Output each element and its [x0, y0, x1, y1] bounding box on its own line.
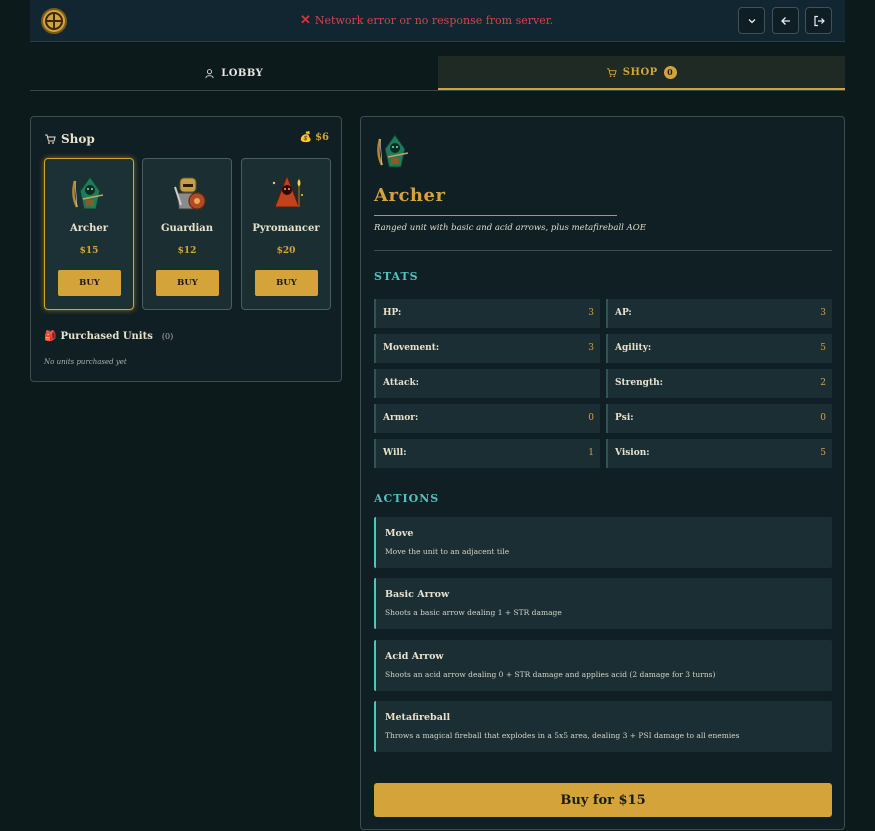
stat-label: Agility:: [615, 343, 652, 353]
stat-armor: Armor: 0: [374, 404, 600, 433]
action-name: Acid Arrow: [385, 651, 444, 662]
stat-agility: Agility: 5: [606, 334, 832, 363]
stat-label: Armor:: [383, 413, 419, 423]
stat-label: AP:: [615, 308, 632, 318]
top-bar: ✕ Network error or no response from serv…: [30, 0, 845, 42]
tab-lobby[interactable]: LOBBY: [30, 56, 438, 90]
unit-detail-name: Archer: [374, 185, 446, 206]
stat-value: 3: [588, 343, 594, 353]
back-button[interactable]: [772, 7, 799, 34]
stat-hp: HP: 3: [374, 299, 600, 328]
action-description: Shoots a basic arrow dealing 1 + STR dam…: [385, 608, 562, 617]
unit-detail-panel: Archer Ranged unit with basic and acid a…: [360, 116, 845, 830]
buy-guardian-button[interactable]: BUY: [156, 270, 219, 296]
stat-value: 5: [820, 448, 826, 458]
stat-psi: Psi: 0: [606, 404, 832, 433]
main-tabs: LOBBY SHOP 0: [30, 56, 845, 91]
cart-count-badge: 0: [663, 65, 677, 79]
stat-label: Movement:: [383, 343, 440, 353]
action-item-acid-arrow: Acid Arrow Shoots an acid arrow dealing …: [374, 640, 832, 691]
tab-shop[interactable]: SHOP 0: [437, 56, 845, 90]
stat-label: Strength:: [615, 378, 663, 388]
action-item-metafireball: Metafireball Throws a magical fireball t…: [374, 701, 832, 752]
unit-name: Guardian: [160, 223, 214, 234]
stat-value: 3: [820, 308, 826, 318]
gold-balance: 💰 $6: [300, 132, 329, 143]
unit-price: $20: [276, 246, 296, 256]
stat-strength: Strength: 2: [606, 369, 832, 398]
purchased-units-count: (0): [161, 332, 174, 341]
chevron-down-icon: [748, 18, 755, 23]
stat-ap: AP: 3: [606, 299, 832, 328]
action-name: Metafireball: [385, 712, 451, 723]
backpack-icon: 🎒: [44, 331, 57, 342]
dropdown-button[interactable]: [738, 7, 765, 34]
stat-value: 1: [588, 448, 594, 458]
network-error-message: ✕ Network error or no response from serv…: [300, 13, 553, 28]
logout-icon: [813, 15, 825, 26]
unit-detail-description: Ranged unit with basic and acid arrows, …: [374, 223, 646, 233]
tab-lobby-label: LOBBY: [221, 67, 264, 79]
no-units-message: No units purchased yet: [44, 358, 127, 366]
cart-icon: [606, 67, 617, 77]
unit-price: $12: [177, 246, 197, 256]
unit-card-pyromancer[interactable]: Pyromancer $20 BUY: [241, 158, 331, 310]
action-item-basic-arrow: Basic Arrow Shoots a basic arrow dealing…: [374, 578, 832, 629]
stat-value: 0: [820, 413, 826, 423]
action-item-move: Move Move the unit to an adjacent tile: [374, 517, 832, 568]
stat-value: 0: [588, 413, 594, 423]
unit-name: Archer: [69, 223, 109, 234]
cart-icon: [45, 134, 56, 144]
buy-unit-button[interactable]: Buy for $15: [374, 783, 832, 817]
action-description: Shoots an acid arrow dealing 0 + STR dam…: [385, 670, 716, 679]
action-name: Basic Arrow: [385, 589, 450, 600]
network-error-text: Network error or no response from server…: [314, 14, 554, 27]
unit-price: $15: [79, 246, 99, 256]
stat-label: Vision:: [615, 448, 650, 458]
error-x-icon: ✕: [300, 13, 311, 28]
unit-card-guardian[interactable]: Guardian $12 BUY: [142, 158, 232, 310]
user-icon: [205, 68, 214, 78]
stat-value: 3: [588, 308, 594, 318]
unit-name: Pyromancer: [252, 223, 320, 234]
purchased-units-header: 🎒 Purchased Units (0): [44, 331, 173, 342]
stat-label: HP:: [383, 308, 402, 318]
stat-will: Will: 1: [374, 439, 600, 468]
archer-portrait-icon: [377, 134, 409, 168]
pyromancer-portrait-icon: [272, 174, 303, 208]
shop-title: Shop: [61, 132, 95, 146]
arrow-left-icon: [780, 16, 790, 25]
stat-label: Psi:: [615, 413, 634, 423]
unit-card-archer[interactable]: Archer $15 BUY: [44, 158, 134, 310]
shop-header: Shop: [44, 132, 95, 146]
shop-panel: Shop 💰 $6 Archer $15 BUY Guardian $12 BU…: [30, 116, 342, 382]
stat-value: 5: [820, 343, 826, 353]
stat-vision: Vision: 5: [606, 439, 832, 468]
tab-shop-label: SHOP: [622, 66, 658, 78]
action-name: Move: [385, 528, 414, 539]
divider: [374, 215, 617, 216]
action-description: Throws a magical fireball that explodes …: [385, 731, 740, 740]
money-bag-icon: 💰: [299, 132, 313, 143]
stat-attack: Attack:: [374, 369, 600, 398]
stat-label: Attack:: [383, 378, 420, 388]
actions-title: ACTIONS: [374, 492, 440, 505]
buy-pyromancer-button[interactable]: BUY: [255, 270, 318, 296]
divider: [374, 250, 832, 251]
compass-logo-icon[interactable]: [41, 8, 67, 34]
action-description: Move the unit to an adjacent tile: [385, 547, 510, 556]
gold-amount: $6: [315, 132, 329, 143]
archer-portrait-icon: [72, 176, 104, 210]
guardian-portrait-icon: [174, 177, 206, 210]
logout-button[interactable]: [805, 7, 832, 34]
stat-value: 2: [820, 378, 826, 388]
stats-title: STATS: [374, 270, 419, 283]
stat-label: Will:: [383, 448, 407, 458]
stat-movement: Movement: 3: [374, 334, 600, 363]
buy-archer-button[interactable]: BUY: [58, 270, 121, 296]
purchased-units-title: Purchased Units: [60, 331, 153, 342]
